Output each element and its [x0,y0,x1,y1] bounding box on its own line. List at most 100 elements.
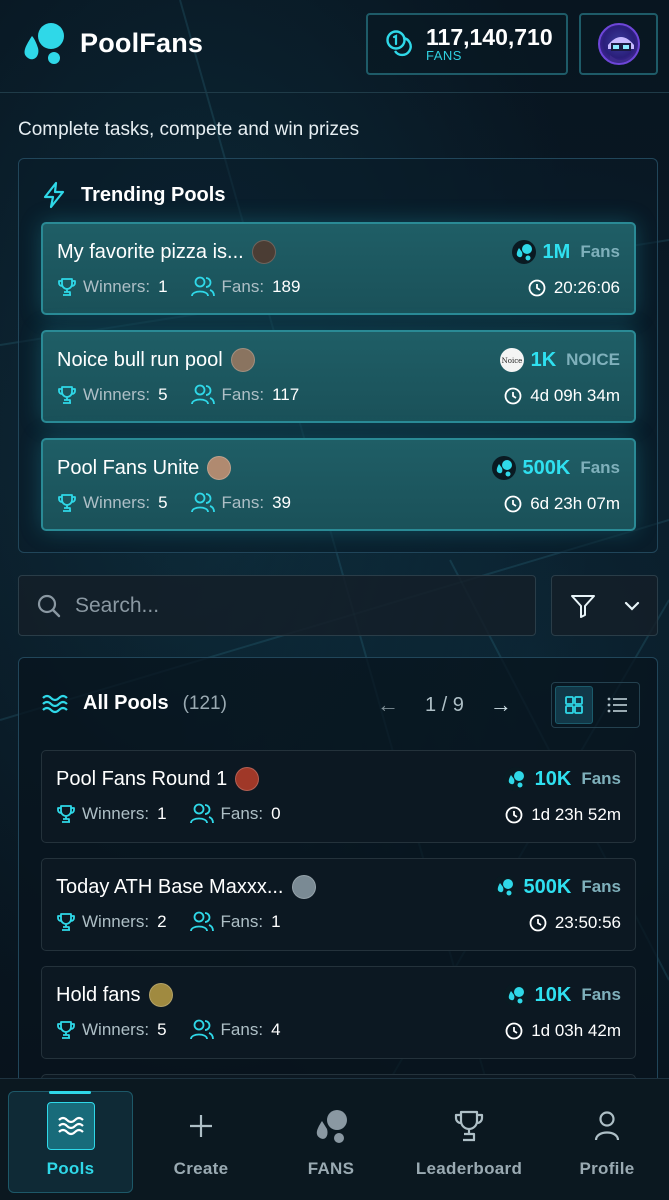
fans-label: Fans: [220,804,264,823]
fans-label: Fans: [221,385,265,404]
pool-name: Pool Fans Round 1 [56,767,228,790]
fans-count: 0 [271,804,281,823]
nav-leaderboard[interactable]: Leaderboard [408,1079,530,1200]
clock-icon [504,495,522,513]
trophy-icon [57,805,75,823]
nav-fans-label: FANS [307,1159,355,1178]
creator-avatar [207,456,232,480]
waves-icon [46,1102,95,1150]
pool-timer: 1d 03h 42m [505,1021,621,1041]
search-input[interactable] [75,593,515,618]
trophy-icon [58,494,76,512]
top-bar: PoolFans 117,140,710 FANS [0,0,669,93]
all-pools-count: (121) [182,692,227,714]
tagline: Complete tasks, compete and win prizes [18,119,360,140]
pool-meta: Winners: 5 Fans: 4 [56,1019,303,1041]
fans-token-icon [503,983,528,1007]
time-remaining: 23:50:56 [554,913,621,932]
pool-name-row: Noice bull run pool [57,348,255,372]
page-indicator: 1 / 9 [425,693,464,716]
prize-unit: Fans [580,242,620,261]
nav-create[interactable]: Create [150,1079,252,1200]
clock-icon [529,914,547,932]
time-remaining: 1d 03h 42m [531,1021,621,1040]
search-bar [18,575,536,636]
app-name: PoolFans [80,27,204,58]
clock-icon [528,279,546,297]
list-view-button[interactable] [599,686,636,724]
lightning-icon [43,181,65,209]
nav-leaderboard-label: Leaderboard [415,1159,523,1178]
pool-name-row: My favorite pizza is... [57,240,276,264]
trending-pool-card[interactable]: Pool Fans Unite 500K Fans Winners: 5 Fan… [41,438,636,531]
trophy-icon [454,1110,484,1142]
prize-unit: Fans [581,985,621,1004]
nav-create-label: Create [173,1159,229,1178]
user-icon [594,1111,620,1141]
nav-pools[interactable]: Pools [8,1079,133,1200]
pool-name-row: Pool Fans Unite [57,456,232,480]
balance-button[interactable]: 117,140,710 FANS [366,13,568,75]
pool-name: My favorite pizza is... [57,240,244,263]
fans-token-icon [492,875,517,899]
bottom-navigation: Pools Create FANS Leaderboard Profile [0,1078,669,1200]
pool-name: Pool Fans Unite [57,456,200,479]
winners-label: Winners: [82,912,150,931]
chevron-down-icon [624,601,639,611]
coins-icon [386,30,412,57]
all-pools-panel: All Pools (121) ← 1 / 9 → Pool Fans Roun [18,657,658,1127]
nav-profile[interactable]: Profile [560,1079,654,1200]
prize: 500K Fans [492,874,621,900]
pool-card[interactable]: Pool Fans Round 1 10K Fans Winners: 1 Fa… [41,750,636,843]
prize: Noice 1K NOICE [499,347,620,373]
pool-name-row: Pool Fans Round 1 [56,767,260,791]
view-toggle [551,682,640,728]
trending-pool-card[interactable]: My favorite pizza is... 1M Fans Winners:… [41,222,636,315]
pool-card[interactable]: Hold fans 10K Fans Winners: 5 Fans: 4 1d… [41,966,636,1059]
nav-fans[interactable]: FANS [280,1079,382,1200]
balance-amount: 117,140,710 [426,24,553,50]
creator-avatar [230,348,255,372]
prize-value: 10K [534,983,572,1006]
prize: 500K Fans [491,455,620,481]
trending-pool-card[interactable]: Noice bull run pool Noice 1K NOICE Winne… [41,330,636,423]
next-page-button[interactable]: → [490,692,512,718]
prize-value: 500K [522,456,571,479]
all-pools-title: All Pools [83,692,169,714]
user-avatar-button[interactable] [579,13,658,75]
prize-value: 1M [542,240,571,263]
winners-count: 5 [158,385,168,404]
pool-name-row: Hold fans [56,983,173,1007]
prize-value: 1K [530,348,557,371]
drops-logo-icon [24,23,64,64]
pool-card[interactable]: Today ATH Base Maxxx... 500K Fans Winner… [41,858,636,951]
winners-count: 5 [157,1020,167,1039]
pool-timer: 20:26:06 [528,278,620,298]
app-logo[interactable]: PoolFans [18,20,203,66]
prize-value: 500K [523,875,572,898]
prize-value: 10K [534,767,572,790]
pool-name-row: Today ATH Base Maxxx... [56,875,316,899]
time-remaining: 6d 23h 07m [530,494,620,513]
winners-label: Winners: [82,804,150,823]
pool-timer: 6d 23h 07m [504,494,620,514]
trophy-icon [58,386,76,404]
filter-dropdown-button[interactable] [551,575,658,636]
creator-avatar [235,767,260,791]
clock-icon [505,806,523,824]
prev-page-button[interactable]: ← [377,692,399,718]
fans-label: Fans: [221,493,265,512]
nav-profile-label: Profile [579,1159,635,1178]
pool-meta: Winners: 2 Fans: 1 [56,911,303,933]
prize-unit: Fans [581,877,621,896]
trending-header: Trending Pools [41,181,225,209]
winners-count: 1 [157,804,167,823]
winners-label: Winners: [82,1020,150,1039]
creator-avatar [291,875,316,899]
grid-view-button[interactable] [555,686,593,724]
time-remaining: 1d 23h 52m [531,805,621,824]
fans-token-icon [491,456,516,480]
winners-label: Winners: [83,277,151,296]
clock-icon [505,1022,523,1040]
fans-count: 189 [272,277,301,296]
